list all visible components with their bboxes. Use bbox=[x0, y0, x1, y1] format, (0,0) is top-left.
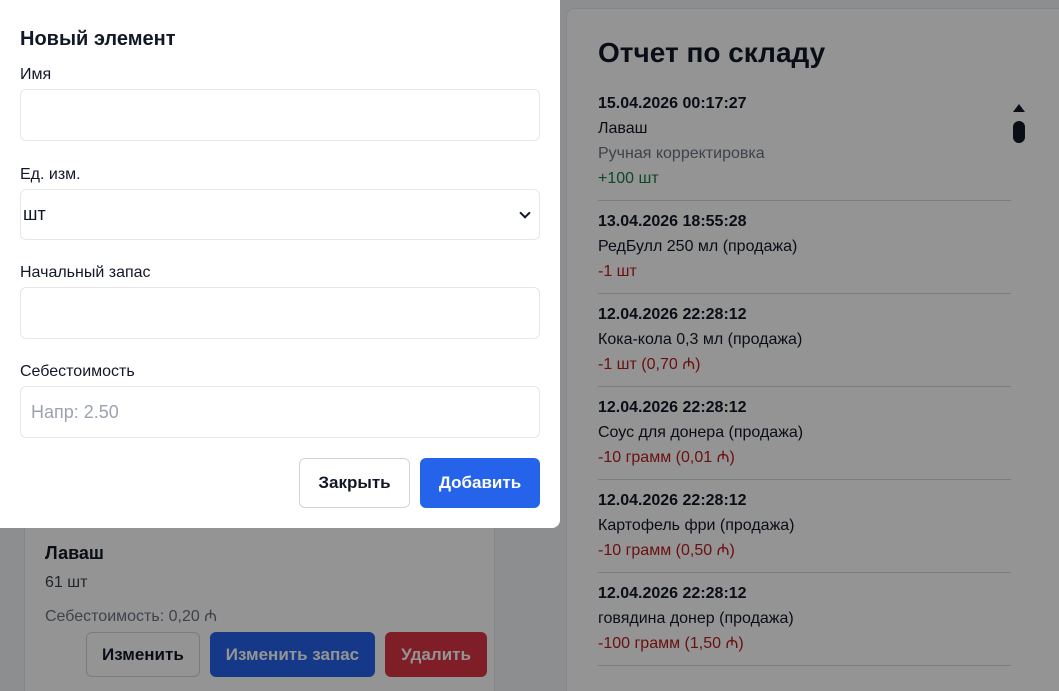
initial-stock-field-group: Начальный запас bbox=[20, 261, 540, 339]
modal-title: Новый элемент bbox=[20, 28, 176, 50]
cost-input[interactable] bbox=[20, 386, 540, 438]
close-button[interactable]: Закрыть bbox=[299, 458, 410, 508]
unit-field-group: Ед. изм. шт bbox=[20, 163, 540, 240]
modal-actions: Закрыть Добавить bbox=[299, 458, 540, 508]
new-item-modal: Новый элемент Имя Ед. изм. шт Начальный … bbox=[0, 0, 560, 528]
initial-stock-input[interactable] bbox=[20, 287, 540, 339]
name-input[interactable] bbox=[20, 89, 540, 141]
unit-select-value: шт bbox=[23, 204, 46, 224]
name-label: Имя bbox=[20, 66, 52, 83]
unit-select[interactable]: шт bbox=[20, 189, 540, 240]
unit-label: Ед. изм. bbox=[20, 166, 81, 183]
initial-stock-label: Начальный запас bbox=[20, 264, 151, 281]
cost-label: Себестоимость bbox=[20, 363, 135, 380]
chevron-down-icon bbox=[519, 206, 531, 219]
add-button[interactable]: Добавить bbox=[420, 458, 540, 508]
cost-field-group: Себестоимость bbox=[20, 360, 540, 438]
name-field-group: Имя bbox=[20, 63, 540, 141]
